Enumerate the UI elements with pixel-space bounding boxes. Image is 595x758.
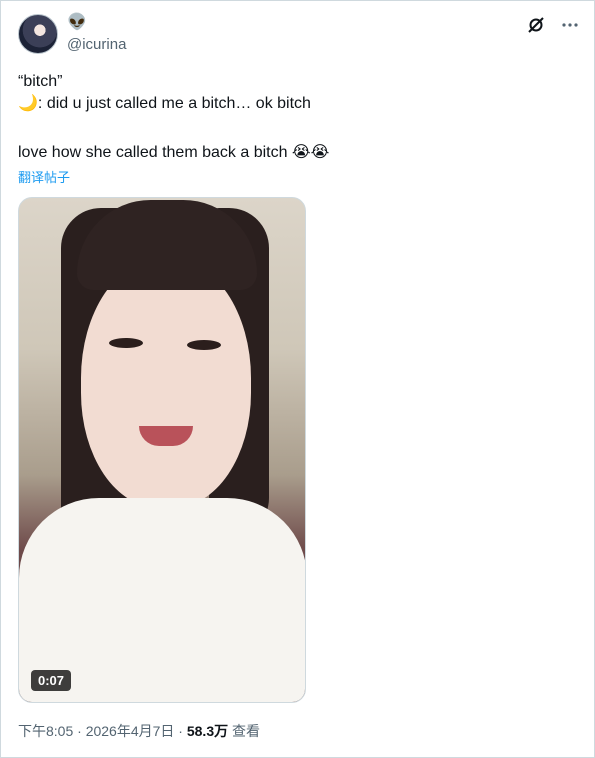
grok-icon[interactable] [526,15,546,35]
tweet-line-2: 🌙: did u just called me a bitch… ok bitc… [18,95,311,112]
video-frame-eye-left [109,338,143,348]
tweet-line-1: “bitch” [18,73,63,90]
top-actions [526,15,580,35]
tweet-timestamp[interactable]: 下午8:05 · 2026年4月7日 · [18,723,187,739]
view-label: 查看 [228,723,260,739]
alien-emoji: 👽 [67,14,87,31]
translate-link[interactable]: 翻译帖子 [18,167,70,186]
video-frame-eye-right [187,340,221,350]
video-player[interactable]: 0:07 [18,197,306,703]
avatar[interactable] [18,14,58,54]
tweet-meta: 下午8:05 · 2026年4月7日 · 58.3万 查看 [18,721,260,741]
user-handle[interactable]: @icurina [67,36,126,53]
tweet-text: “bitch” 🌙: did u just called me a bitch…… [18,71,578,115]
more-icon[interactable] [560,15,580,35]
video-frame-face [81,258,251,508]
video-duration: 0:07 [31,670,72,691]
view-count: 58.3万 [186,723,229,739]
tweet-card: 👽 @icurina “bitch” 🌙: did u just called … [0,0,595,758]
tweet-line-3: love how she called them back a bitch 😭😭 [18,144,330,161]
